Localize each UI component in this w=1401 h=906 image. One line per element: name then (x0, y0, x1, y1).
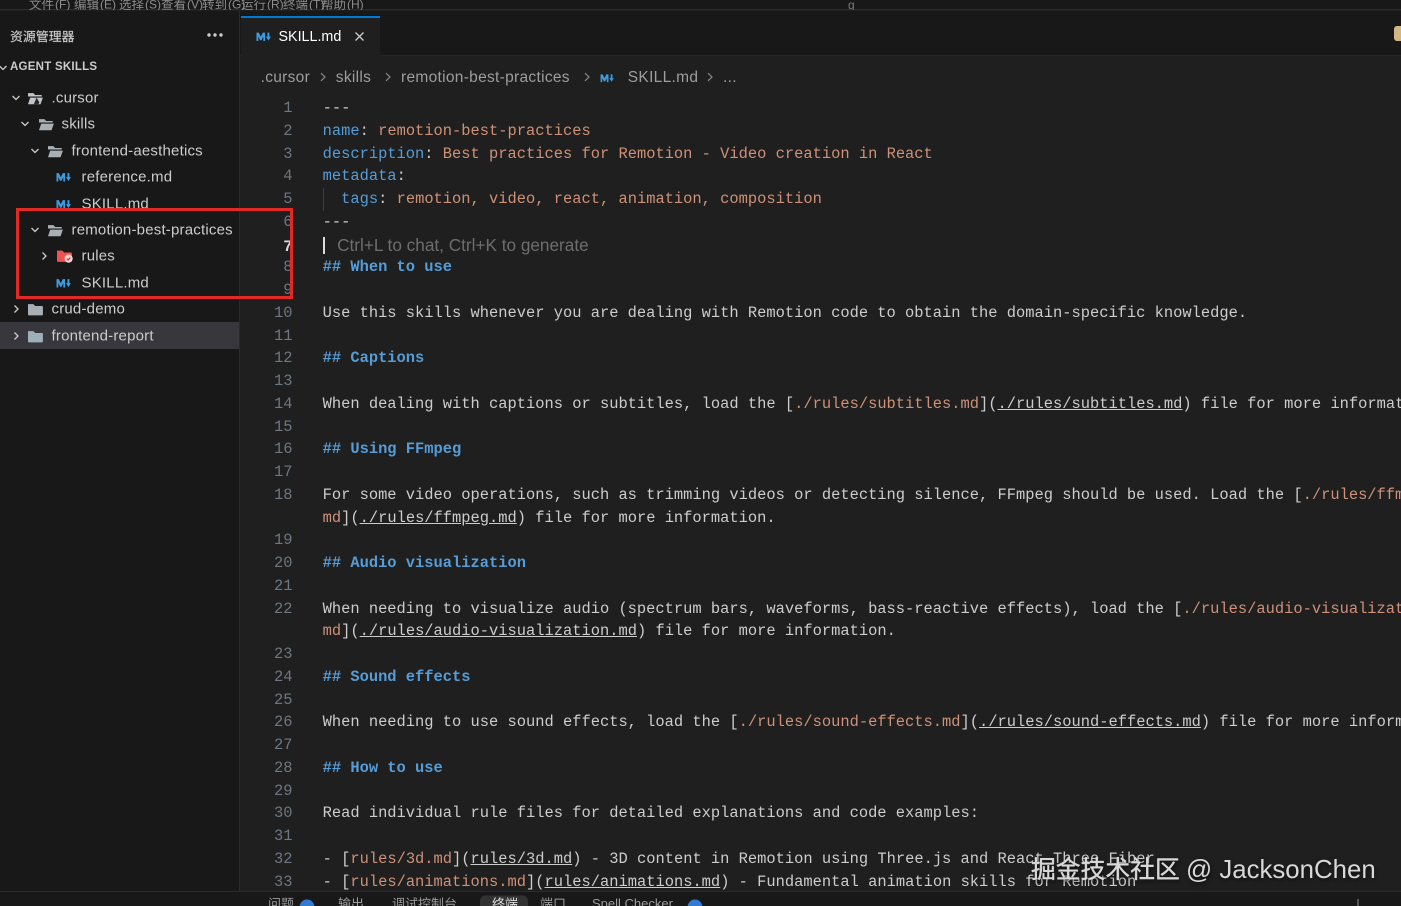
svg-text:(V): (V) (187, 0, 203, 10)
svg-text:g: g (848, 0, 855, 10)
svg-text:(E): (E) (100, 0, 116, 10)
svg-text:(H): (H) (347, 0, 364, 10)
svg-text:Spell Checker: Spell Checker (592, 896, 674, 906)
svg-text:(F): (F) (55, 0, 70, 10)
svg-text:@ JacksonChen: @ JacksonChen (1186, 856, 1376, 884)
svg-text:(T): (T) (309, 0, 324, 10)
svg-text:(S): (S) (145, 0, 161, 10)
svg-text:(R): (R) (267, 0, 284, 10)
